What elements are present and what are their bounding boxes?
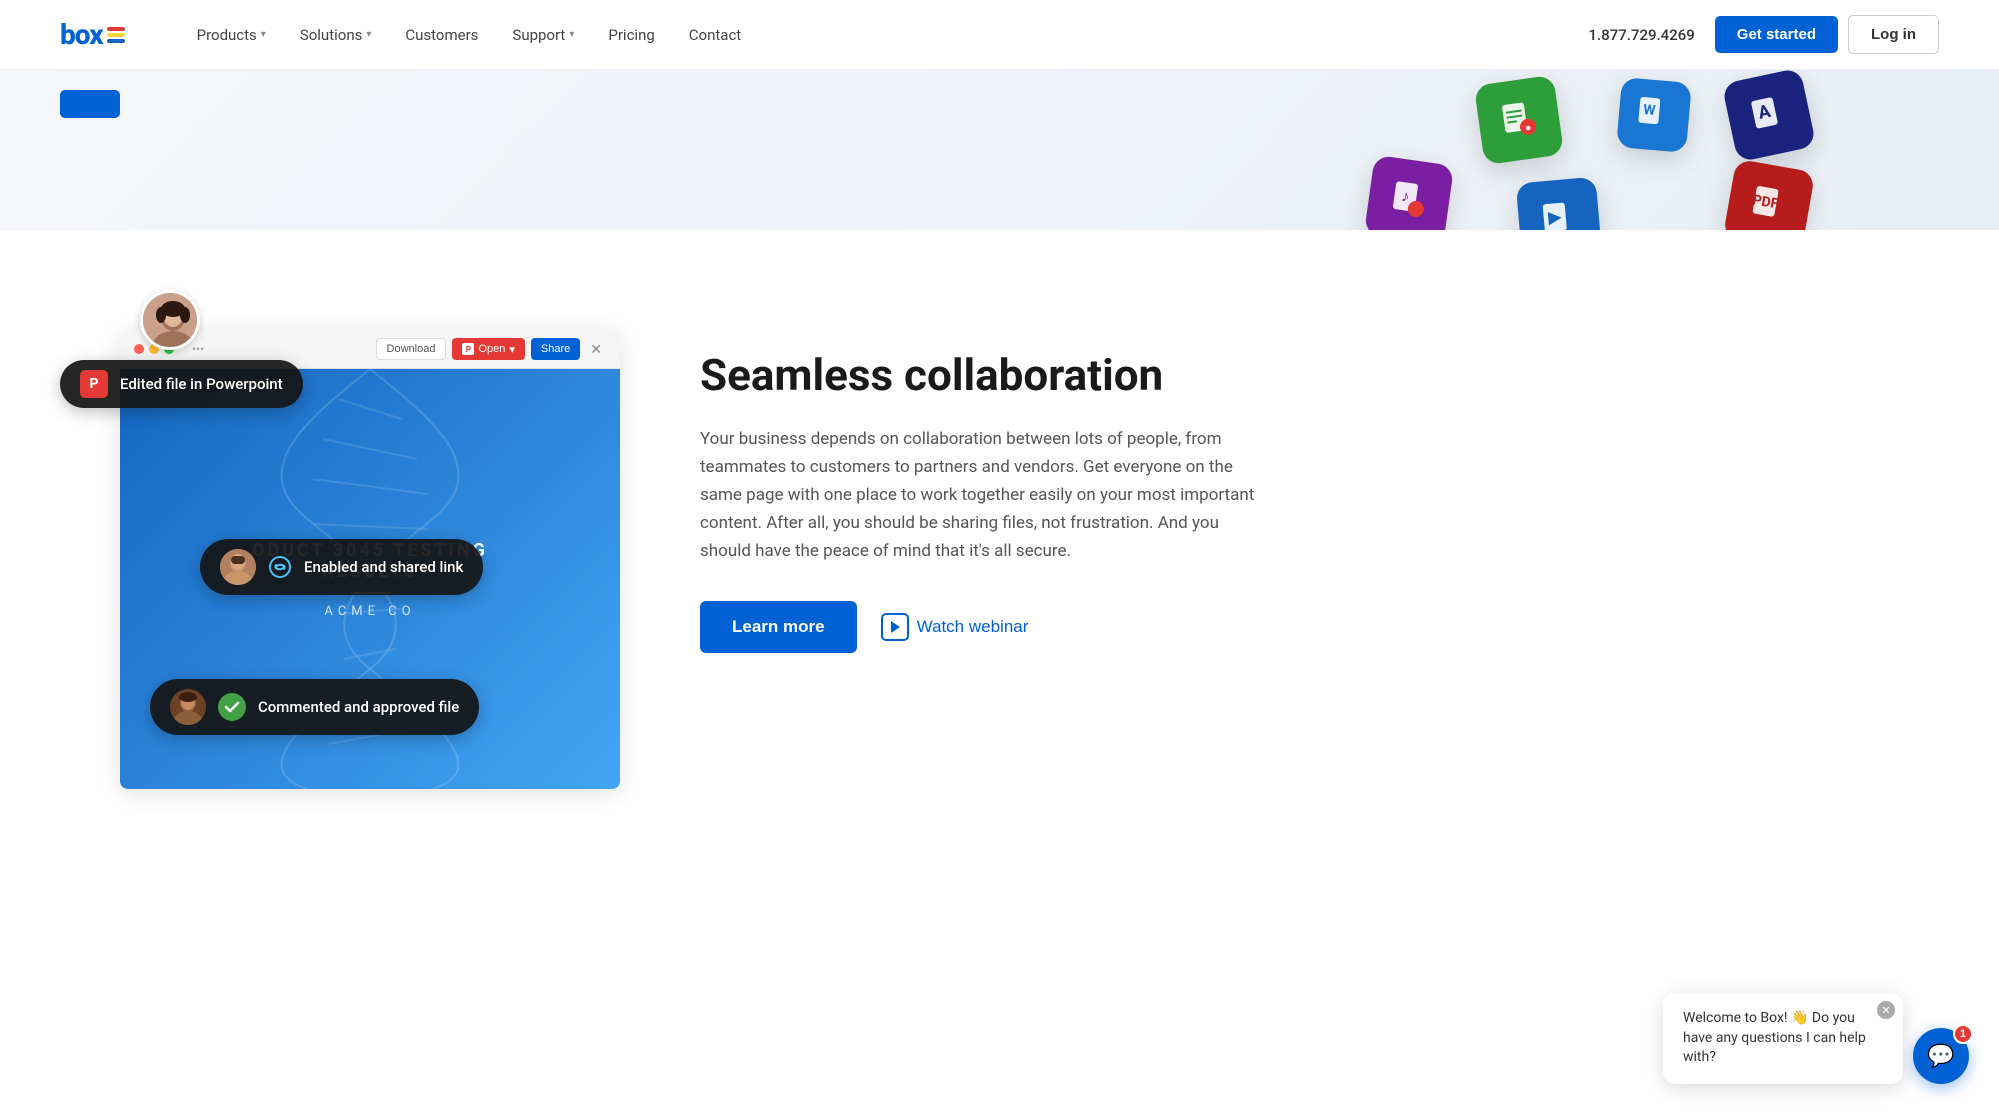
avatar-man — [220, 549, 256, 585]
chevron-down-icon: ▾ — [569, 29, 574, 40]
login-button[interactable]: Log in — [1848, 15, 1939, 54]
notification-edited-ppt: P Edited file in Powerpoint — [60, 360, 303, 408]
chevron-down-icon: ▾ — [261, 29, 266, 40]
nav-item-support[interactable]: Support ▾ — [500, 18, 586, 52]
logo-text: box — [60, 18, 103, 51]
left-demo: ••• Download P Open ▾ Share ✕ — [60, 270, 620, 789]
learn-more-button[interactable]: Learn more — [700, 601, 857, 653]
notification-shared-link: Enabled and shared link — [200, 539, 483, 595]
svg-text:▶: ▶ — [1547, 207, 1563, 227]
chat-bubble: ✕ Welcome to Box! 👋 Do you have any ques… — [1663, 993, 1903, 1084]
ppt-icon-small: P — [462, 343, 474, 355]
collab-title: Seamless collaboration — [700, 350, 1260, 401]
avatar-woman2 — [170, 689, 206, 725]
chat-badge: 1 — [1953, 1024, 1973, 1044]
titlebar-actions: Download P Open ▾ Share ✕ — [376, 338, 606, 360]
nav-item-products[interactable]: Products ▾ — [185, 18, 278, 52]
dot-red — [134, 344, 144, 354]
nav-phone: 1.877.729.4269 — [1589, 26, 1695, 44]
file-icon-blue3: ▶ — [1516, 177, 1603, 230]
link-icon — [268, 555, 292, 579]
collab-description: Your business depends on collaboration b… — [700, 425, 1260, 565]
chat-icon: 💬 — [1927, 1043, 1954, 1069]
open-button[interactable]: P Open ▾ — [452, 338, 524, 360]
share-button[interactable]: Share — [531, 338, 580, 360]
logo-flag — [107, 27, 125, 43]
cta-row: Learn more Watch webinar — [700, 601, 1260, 653]
file-icon-green: ● — [1474, 75, 1564, 165]
see-demo-button[interactable] — [60, 90, 120, 118]
titlebar-dots-menu: ••• — [192, 342, 204, 356]
get-started-button[interactable]: Get started — [1715, 16, 1838, 53]
svg-text:W: W — [1643, 102, 1657, 119]
chevron-down-icon: ▾ — [366, 29, 371, 40]
file-icon-purple: ♪ — [1364, 155, 1454, 230]
nav-item-solutions[interactable]: Solutions ▾ — [288, 18, 384, 52]
nav-item-customers[interactable]: Customers — [393, 18, 490, 52]
play-icon-box — [881, 613, 909, 641]
main-content: ••• Download P Open ▾ Share ✕ — [0, 230, 1999, 1010]
right-content: Seamless collaboration Your business dep… — [700, 270, 1260, 653]
chat-open-button[interactable]: 💬 1 — [1913, 1028, 1969, 1084]
nav-item-contact[interactable]: Contact — [677, 18, 753, 52]
floating-icons: ● W A ♪ ▶ PDF — [1299, 70, 1999, 230]
chat-widget: ✕ Welcome to Box! 👋 Do you have any ques… — [1663, 993, 1969, 1084]
notification-approved: Commented and approved file — [150, 679, 479, 735]
download-button[interactable]: Download — [376, 338, 447, 360]
close-button[interactable]: ✕ — [586, 338, 606, 360]
nav-item-pricing[interactable]: Pricing — [596, 18, 666, 52]
logo[interactable]: box — [60, 18, 125, 51]
watch-webinar-button[interactable]: Watch webinar — [881, 613, 1029, 641]
hero-area: ● W A ♪ ▶ PDF — [0, 70, 1999, 230]
avatar-woman-top — [140, 290, 200, 350]
file-icon-red: PDF — [1723, 159, 1816, 230]
file-icon-blue1: W — [1616, 77, 1692, 153]
play-triangle-icon — [891, 621, 900, 633]
check-icon — [218, 693, 246, 721]
demo-slide: ODUCT 3045 TESTING RESULTS ACME CO — [120, 369, 620, 789]
chat-close-button[interactable]: ✕ — [1877, 1001, 1895, 1019]
nav-links: Products ▾ Solutions ▾ Customers Support… — [185, 18, 1715, 52]
ppt-icon: P — [80, 370, 108, 398]
navbar: box Products ▾ Solutions ▾ Customers Sup… — [0, 0, 1999, 70]
file-icon-blue2: A — [1722, 70, 1817, 162]
